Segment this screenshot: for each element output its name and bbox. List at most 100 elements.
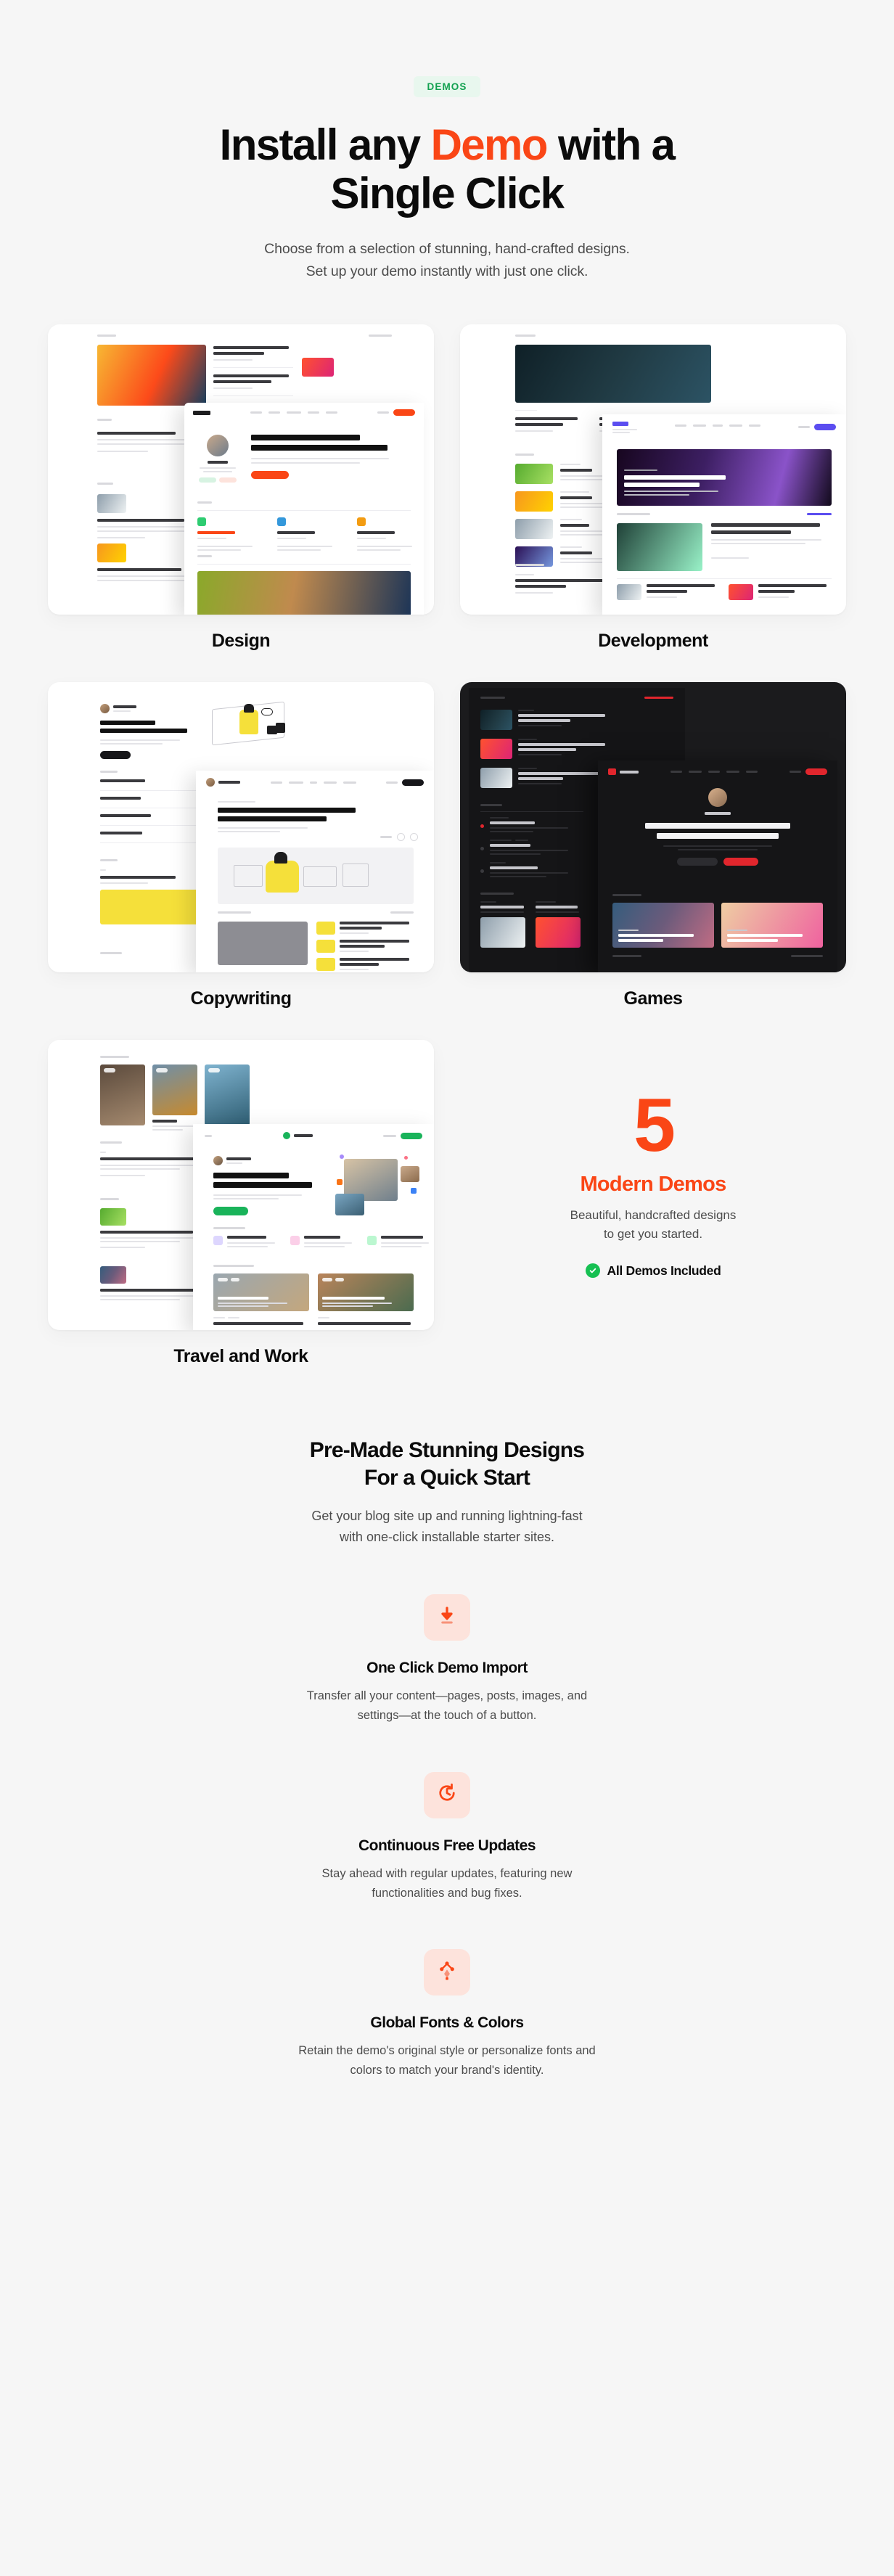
stat-title: Modern Demos [580, 1173, 726, 1197]
mock-headline [251, 435, 411, 480]
copywriting-mock [48, 682, 434, 973]
features-sub-line-1: Get your blog site up and running lightn… [311, 1509, 583, 1524]
mock-navbar [184, 403, 424, 417]
mock-text [200, 467, 236, 469]
title-line-2: Single Click [330, 168, 565, 218]
mock-text [213, 346, 289, 350]
mock-text [213, 374, 289, 378]
feature-icon-box [424, 1949, 470, 1996]
feature-icon-box [424, 1771, 470, 1818]
demo-label-games: Games [623, 988, 683, 1009]
mock-image [302, 358, 334, 377]
travel-mock [48, 1040, 434, 1331]
mock-cta-button [402, 779, 424, 786]
dev-front-pane [602, 414, 846, 615]
feature-desc-line-1: Stay ahead with regular updates, featuri… [321, 1866, 573, 1880]
demo-item-copywriting[interactable]: Copywriting [48, 682, 434, 1031]
page-title: Install any Demo with a Single Click [0, 120, 894, 218]
mock-text [369, 335, 392, 337]
feature-description: Stay ahead with regular updates, featuri… [229, 1864, 665, 1903]
stat-desc-line-1: Beautiful, handcrafted designs [570, 1208, 737, 1223]
feature-desc-line-2: functionalities and bug fixes. [372, 1886, 522, 1900]
feature-title: Continuous Free Updates [358, 1837, 536, 1854]
mock-navbar [598, 760, 837, 776]
mock-cta-button [805, 768, 827, 776]
stat-desc-line-2: to get you started. [603, 1227, 703, 1242]
mock-text [97, 530, 199, 533]
demo-preview-copywriting[interactable] [48, 682, 434, 973]
all-demos-included-label: All Demos Included [607, 1263, 721, 1278]
features-heading: Pre-Made Stunning Designs For a Quick St… [0, 1437, 894, 1491]
feature-icon-box [424, 1594, 470, 1641]
mock-navbar [193, 1124, 434, 1140]
mock-navbar [602, 414, 846, 434]
check-circle-icon [585, 1263, 600, 1279]
mock-text [251, 445, 387, 451]
title-accent-word: Demo [430, 120, 549, 169]
features-subtitle: Get your blog site up and running lightn… [215, 1506, 679, 1548]
demo-item-design[interactable]: Design [48, 324, 434, 673]
mock-text [213, 352, 264, 356]
mock-nav-actions [377, 409, 415, 417]
mock-text [203, 471, 232, 473]
clock-refresh-icon [436, 1782, 458, 1808]
mock-cta-button [393, 409, 415, 417]
mock-image [97, 494, 126, 514]
mock-text [97, 443, 184, 446]
demo-preview-design[interactable] [48, 324, 434, 615]
demo-label-copywriting: Copywriting [190, 988, 292, 1009]
demo-preview-games[interactable] [460, 682, 846, 973]
mock-cta-button [213, 1207, 248, 1216]
hero-subtitle: Choose from a selection of stunning, han… [193, 238, 701, 284]
modern-demos-stat: 5 Modern Demos Beautiful, handcrafted de… [460, 1040, 846, 1389]
demo-preview-development[interactable] [460, 324, 846, 615]
demo-count: 5 [633, 1083, 676, 1168]
development-mock [460, 324, 846, 615]
features-sub-line-2: with one-click installable starter sites… [339, 1530, 555, 1545]
feature-desc-line-2: settings—at the touch of a button. [357, 1709, 537, 1723]
features-heading-line-2: For a Quick Start [364, 1465, 530, 1490]
demo-item-development[interactable]: Development [460, 324, 846, 673]
design-mock [48, 324, 434, 615]
mock-cta-button [251, 471, 289, 480]
mock-text [208, 461, 228, 464]
mock-cta-button [401, 1132, 422, 1139]
title-part-2: with a [546, 120, 676, 169]
hero-section: DEMOS Install any Demo with a Single Cli… [0, 0, 894, 284]
demo-preview-travel-and-work[interactable] [48, 1040, 434, 1331]
mock-profile [197, 435, 238, 483]
feature-description: Transfer all your content—pages, posts, … [229, 1686, 665, 1725]
demo-item-travel-and-work[interactable]: Travel and Work [48, 1040, 434, 1389]
mock-text [97, 568, 181, 572]
mock-text [97, 537, 145, 539]
hero-subtitle-line-2: Set up your demo instantly with just one… [305, 263, 589, 280]
pen-nib-node-icon [435, 1959, 459, 1986]
title-part-1: Install any [219, 120, 431, 169]
demo-item-games[interactable]: Games [460, 682, 846, 1031]
demo-grid: Design Development Copywriting Games Tra… [48, 324, 846, 1389]
mock-text [97, 419, 112, 422]
mock-image [97, 345, 206, 406]
mock-photo-collage [335, 1154, 419, 1216]
features-section: Pre-Made Stunning Designs For a Quick St… [0, 1437, 894, 2160]
mock-cards [197, 517, 414, 551]
games-mock [460, 682, 846, 973]
mock-illustration [218, 848, 414, 905]
feature-desc-line-1: Retain the demo's original style or pers… [298, 2044, 596, 2058]
avatar [207, 435, 229, 457]
mock-nav-links [250, 411, 337, 414]
mock-tags [197, 477, 238, 483]
feature-description: Retain the demo's original style or pers… [229, 2041, 665, 2080]
mock-hero [598, 788, 837, 866]
travel-front-pane [193, 1124, 434, 1331]
mock-cta-button [814, 424, 836, 431]
mock-text [97, 335, 116, 337]
copy-front-pane [196, 771, 434, 973]
mock-hero-image [197, 571, 411, 615]
mock-text [97, 483, 113, 485]
demos-landing-page: DEMOS Install any Demo with a Single Cli… [0, 0, 894, 2160]
mock-hero-image [617, 449, 832, 506]
mock-illustration [208, 698, 300, 753]
mock-text [213, 359, 253, 361]
design-front-pane [184, 403, 424, 615]
